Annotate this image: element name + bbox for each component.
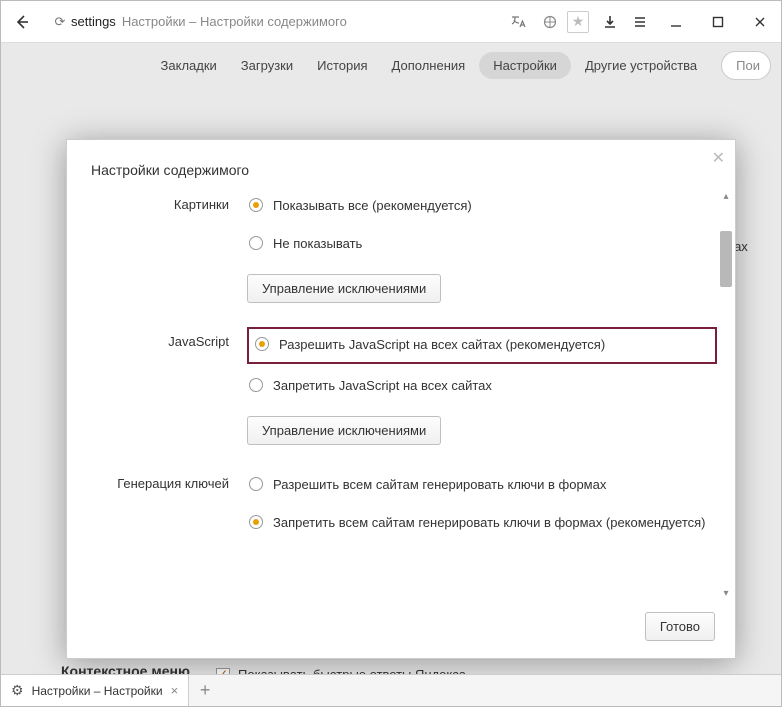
radio-icon[interactable] — [249, 198, 263, 212]
quick-answers-label: Показывать быстрые ответы Яндекса — [238, 667, 466, 674]
radio-icon[interactable] — [249, 477, 263, 491]
translate-icon[interactable] — [503, 7, 533, 37]
tab-strip: ⚙ Настройки – Настройки × + — [1, 674, 781, 706]
dialog-body: Картинки Показывать все (рекомендуется) … — [67, 188, 735, 602]
maximize-button[interactable] — [697, 1, 739, 43]
address-bar[interactable]: ⟳ settings Настройки – Настройки содержи… — [43, 8, 499, 36]
shield-icon[interactable] — [535, 7, 565, 37]
radio-images-show[interactable]: Показывать все (рекомендуется) — [247, 194, 717, 218]
radio-icon[interactable] — [249, 378, 263, 392]
section-label-keygen: Генерация ключей — [91, 473, 247, 549]
downloads-icon[interactable] — [595, 7, 625, 37]
content-settings-dialog: ✕ Настройки содержимого Картинки Показыв… — [66, 139, 736, 659]
page-content: Закладки Загрузки История Дополнения Нас… — [1, 43, 781, 674]
scroll-thumb[interactable] — [720, 231, 732, 287]
scrollbar[interactable]: ▴ ▾ — [718, 189, 734, 602]
section-images: Картинки Показывать все (рекомендуется) … — [91, 194, 717, 303]
tab-close-icon[interactable]: × — [171, 683, 179, 698]
dialog-close-icon[interactable]: ✕ — [712, 148, 725, 168]
exceptions-button[interactable]: Управление исключениями — [247, 416, 441, 445]
scroll-down-icon[interactable]: ▾ — [720, 588, 732, 600]
scroll-up-icon[interactable]: ▴ — [720, 191, 732, 203]
radio-icon[interactable] — [249, 236, 263, 250]
section-label-images: Картинки — [91, 194, 247, 303]
address-title: Настройки – Настройки содержимого — [122, 14, 347, 29]
nav-downloads[interactable]: Загрузки — [231, 52, 303, 79]
context-menu-heading: Контекстное меню — [61, 663, 190, 674]
tab-label: Настройки – Настройки — [32, 684, 163, 698]
checkbox-icon[interactable] — [216, 668, 230, 675]
bookmark-star-icon[interactable]: ★ — [567, 11, 589, 33]
dialog-title: Настройки содержимого — [67, 140, 735, 188]
done-button[interactable]: Готово — [645, 612, 715, 641]
gear-icon: ⚙ — [11, 682, 24, 699]
new-tab-button[interactable]: + — [189, 675, 221, 706]
close-button[interactable] — [739, 1, 781, 43]
settings-search[interactable]: Пои — [721, 51, 771, 80]
settings-nav: Закладки Загрузки История Дополнения Нас… — [1, 43, 781, 87]
nav-other-devices[interactable]: Другие устройства — [575, 52, 707, 79]
nav-history[interactable]: История — [307, 52, 377, 79]
radio-keygen-allow[interactable]: Разрешить всем сайтам генерировать ключи… — [247, 473, 717, 497]
nav-settings[interactable]: Настройки — [479, 52, 571, 79]
address-prefix: settings — [71, 14, 116, 29]
radio-images-hide[interactable]: Не показывать — [247, 232, 717, 256]
omnibox-actions: ★ — [503, 7, 589, 37]
section-label-javascript: JavaScript — [91, 331, 247, 444]
quick-answers-row[interactable]: Показывать быстрые ответы Яндекса — [216, 667, 466, 674]
window-controls — [655, 1, 781, 43]
browser-window: ⟳ settings Настройки – Настройки содержи… — [0, 0, 782, 707]
nav-bookmarks[interactable]: Закладки — [151, 52, 227, 79]
section-javascript: JavaScript Разрешить JavaScript на всех … — [91, 331, 717, 444]
radio-icon[interactable] — [249, 515, 263, 529]
menu-icon[interactable] — [625, 7, 655, 37]
radio-keygen-block[interactable]: Запретить всем сайтам генерировать ключи… — [247, 511, 717, 535]
dialog-footer: Готово — [67, 602, 735, 658]
minimize-button[interactable] — [655, 1, 697, 43]
toolbar: ⟳ settings Настройки – Настройки содержи… — [1, 1, 781, 43]
radio-js-block[interactable]: Запретить JavaScript на всех сайтах — [247, 374, 717, 398]
browser-tab[interactable]: ⚙ Настройки – Настройки × — [1, 675, 189, 706]
reload-icon[interactable]: ⟳ — [49, 14, 71, 30]
exceptions-button[interactable]: Управление исключениями — [247, 274, 441, 303]
radio-js-allow[interactable]: Разрешить JavaScript на всех сайтах (рек… — [247, 327, 717, 363]
section-keygen: Генерация ключей Разрешить всем сайтам г… — [91, 473, 717, 549]
nav-extensions[interactable]: Дополнения — [382, 52, 476, 79]
radio-icon[interactable] — [255, 337, 269, 351]
back-button[interactable] — [1, 1, 43, 43]
